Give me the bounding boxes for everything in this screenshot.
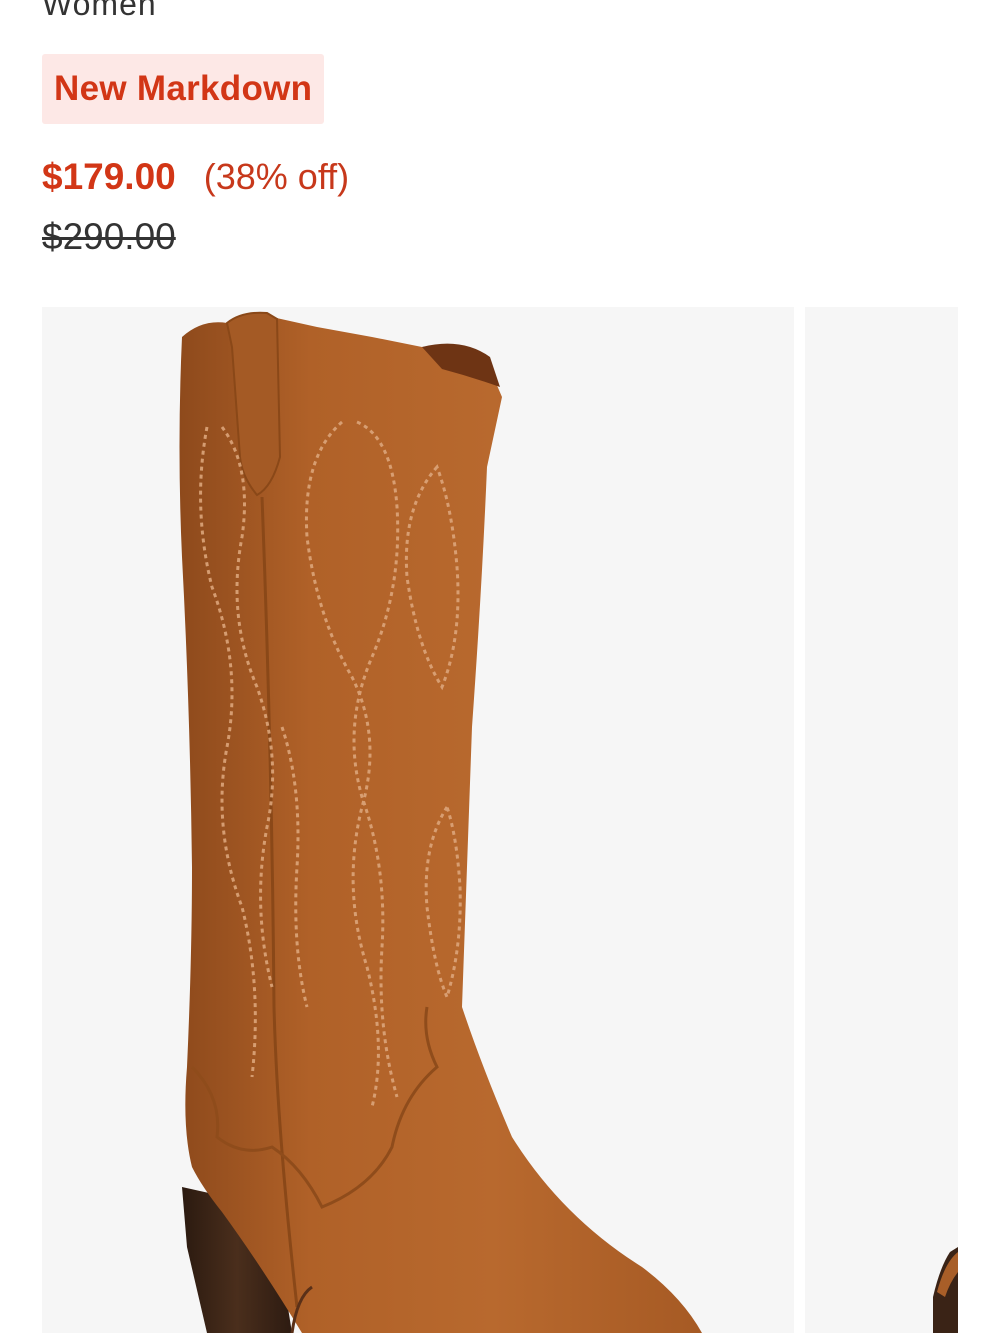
boot-image-partial (933, 1247, 958, 1333)
next-product-image[interactable] (805, 307, 958, 1333)
sale-price: $179.00 (42, 156, 176, 197)
product-image-gallery[interactable] (42, 307, 958, 1333)
discount-percent: (38% off) (203, 156, 350, 197)
product-category[interactable]: Women (42, 0, 157, 24)
price-row: $179.00 (38% off) (42, 152, 349, 202)
product-image[interactable] (42, 307, 794, 1333)
boot-image (179, 311, 702, 1333)
original-price: $290.00 (42, 216, 176, 257)
product-detail-page: Women New Markdown $179.00 (38% off) $29… (0, 0, 1000, 1333)
markdown-badge-label: New Markdown (54, 69, 313, 108)
markdown-badge: New Markdown (42, 54, 325, 124)
